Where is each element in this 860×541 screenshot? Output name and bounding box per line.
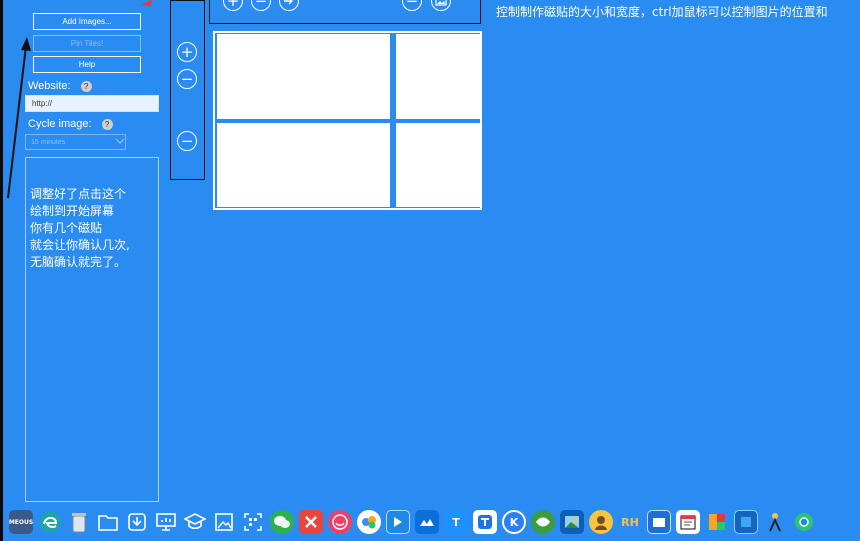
- blue-window-icon[interactable]: [647, 510, 671, 534]
- figure-app-icon[interactable]: [763, 510, 787, 534]
- plus-icon: +: [180, 42, 194, 61]
- chrome-like-icon[interactable]: [792, 510, 816, 534]
- download-icon[interactable]: [125, 510, 149, 534]
- rainbow-app-icon[interactable]: [705, 510, 729, 534]
- leaf-app-icon[interactable]: [531, 510, 555, 534]
- minus-icon: −: [254, 0, 268, 10]
- remove-row-button[interactable]: −: [402, 0, 422, 11]
- tile-large-bottom[interactable]: [217, 123, 390, 207]
- rh-app-icon[interactable]: RH: [618, 510, 642, 534]
- tencent-meeting-icon[interactable]: [473, 510, 497, 534]
- edge-icon[interactable]: [38, 510, 62, 534]
- recycle-bin-icon[interactable]: [67, 510, 91, 534]
- top-toolbar: + − −: [209, 0, 481, 24]
- qr-scan-icon[interactable]: [241, 510, 265, 534]
- image-action-button[interactable]: [431, 0, 451, 11]
- minus-icon: −: [405, 0, 419, 10]
- tile-preview-grid: [213, 31, 482, 210]
- tile-large-top[interactable]: [217, 34, 390, 119]
- presentation-icon[interactable]: [154, 510, 178, 534]
- wechat-icon[interactable]: [270, 510, 294, 534]
- remove-column-button[interactable]: −: [251, 0, 271, 11]
- photo-app-icon[interactable]: [560, 510, 584, 534]
- plus-icon: +: [226, 0, 240, 10]
- minus-icon: −: [180, 131, 194, 150]
- file-explorer-icon[interactable]: [96, 510, 120, 534]
- remove-width-button[interactable]: −: [177, 69, 197, 89]
- minus-icon: −: [180, 69, 194, 88]
- xmind-icon[interactable]: [299, 510, 323, 534]
- move-right-icon: [284, 0, 293, 5]
- move-column-button[interactable]: [279, 0, 299, 11]
- avatar-app-icon[interactable]: [589, 510, 613, 534]
- calendar-app-icon[interactable]: [676, 510, 700, 534]
- graduation-cap-icon[interactable]: [183, 510, 207, 534]
- image-icon[interactable]: [212, 510, 236, 534]
- face-app-icon[interactable]: [328, 510, 352, 534]
- typora-icon[interactable]: T: [444, 510, 468, 534]
- add-width-button[interactable]: +: [177, 42, 197, 62]
- instruction-text: 控制制作磁贴的大小和宽度，ctrl加鼠标可以控制图片的位置和: [496, 5, 828, 19]
- tile-small-top[interactable]: [396, 34, 480, 119]
- start-icon[interactable]: MEOUS: [9, 510, 33, 534]
- tile-small-bottom[interactable]: [396, 123, 480, 207]
- arrow-app-icon[interactable]: [386, 510, 410, 534]
- remove-height-button[interactable]: −: [177, 131, 197, 151]
- image-icon: [435, 0, 447, 6]
- tile-tool-column: + − −: [170, 0, 205, 180]
- baidu-netdisk-icon[interactable]: [357, 510, 381, 534]
- k-app-icon[interactable]: K: [502, 510, 526, 534]
- add-column-button[interactable]: +: [223, 0, 243, 11]
- taskbar: MEOUS T K RH: [3, 503, 860, 541]
- cloud-app-icon[interactable]: [415, 510, 439, 534]
- blue-square-icon[interactable]: [734, 510, 758, 534]
